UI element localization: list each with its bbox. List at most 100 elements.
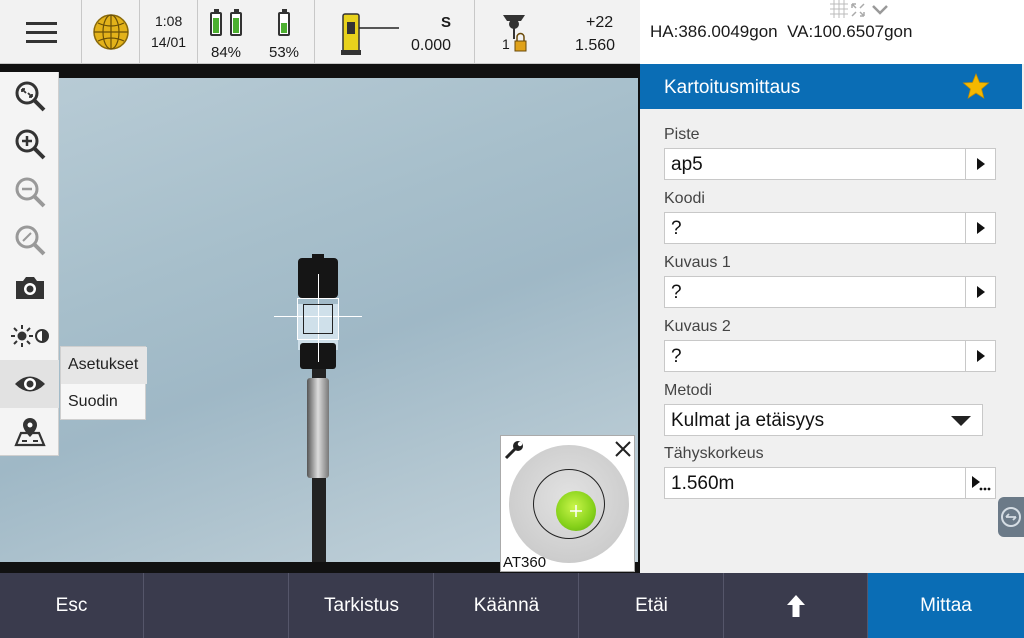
camera-snapshot-button[interactable] bbox=[0, 264, 59, 312]
wrench-icon[interactable] bbox=[503, 439, 525, 461]
panel-options-handle[interactable] bbox=[830, 0, 890, 20]
target-height-value: 1.560m bbox=[671, 473, 735, 494]
measure-button[interactable]: Mittaa bbox=[868, 573, 1024, 638]
play-arrow-icon bbox=[976, 158, 985, 170]
level-vial bbox=[509, 445, 629, 563]
offset-button[interactable]: Etäi bbox=[580, 573, 724, 638]
menu-button[interactable] bbox=[0, 0, 82, 64]
field-label-piste: Piste bbox=[664, 126, 700, 143]
target-status[interactable]: 1 +22 1.560 bbox=[475, 0, 640, 64]
softkey-bar: Esc Tarkistus Käännä Etäi Mittaa bbox=[0, 573, 1024, 638]
eye-icon bbox=[14, 376, 45, 392]
play-arrow-icon bbox=[976, 222, 985, 234]
instrument-model-label: AT360 bbox=[503, 554, 547, 571]
gps-status-button[interactable] bbox=[82, 0, 140, 64]
close-icon[interactable] bbox=[613, 439, 633, 459]
zoom-out-icon bbox=[15, 177, 45, 208]
code-picker-button[interactable] bbox=[965, 213, 995, 243]
method-select[interactable]: Kulmat ja etäisyys bbox=[664, 404, 983, 436]
app-window: 1:08 14/01 84% 53% S 0.000 1 +22 1.560 H… bbox=[0, 0, 1024, 638]
side-panel-toggle[interactable] bbox=[998, 497, 1024, 537]
esc-button[interactable]: Esc bbox=[0, 573, 144, 638]
form-header: Kartoitusmittaus bbox=[640, 64, 1022, 109]
field-label-koodi: Koodi bbox=[664, 190, 705, 207]
shift-button[interactable] bbox=[724, 573, 868, 638]
prism-constant: +22 bbox=[586, 14, 614, 31]
view-options-button[interactable] bbox=[0, 360, 59, 408]
point-name-value: ap5 bbox=[671, 154, 703, 175]
battery-status[interactable]: 84% 53% bbox=[198, 0, 315, 64]
target-height-field[interactable]: 1.560m bbox=[664, 467, 996, 499]
horizontal-angle: HA:386.0049gon bbox=[650, 22, 778, 41]
map-icon bbox=[13, 418, 46, 447]
description-2-value: ? bbox=[671, 346, 682, 367]
battery-1-label: 84% bbox=[211, 44, 242, 61]
description-1-field[interactable]: ? bbox=[664, 276, 996, 308]
camera-icon bbox=[15, 277, 44, 299]
description-2-picker-button[interactable] bbox=[965, 341, 995, 371]
target-id: 1 bbox=[502, 36, 510, 52]
description-1-value: ? bbox=[671, 282, 682, 303]
check-button[interactable]: Tarkistus bbox=[290, 573, 434, 638]
electronic-level-panel: AT360 bbox=[500, 435, 635, 572]
shift-up-icon bbox=[786, 594, 805, 617]
code-value: ? bbox=[671, 218, 682, 239]
point-name-picker-button[interactable] bbox=[965, 149, 995, 179]
field-label-tahyskorkeus: Tähyskorkeus bbox=[664, 445, 764, 462]
brightness-contrast-button[interactable] bbox=[0, 312, 59, 360]
zoom-fit-button[interactable] bbox=[0, 72, 59, 120]
zoom-fit-icon bbox=[15, 81, 45, 112]
gps-globe-icon bbox=[93, 14, 129, 50]
menu-item-asetukset[interactable]: Asetukset bbox=[61, 347, 147, 384]
clock-time: 1:08 bbox=[155, 13, 183, 29]
time-date[interactable]: 1:08 14/01 bbox=[140, 0, 198, 64]
measure-mode: S bbox=[441, 14, 452, 31]
vertical-angle: VA:100.6507gon bbox=[787, 22, 913, 41]
crosshair-plus-icon bbox=[570, 505, 582, 517]
description-2-field[interactable]: ? bbox=[664, 340, 996, 372]
measure-form-panel: Kartoitusmittaus Piste ap5 Koodi ? Kuvau… bbox=[640, 64, 1024, 573]
arrow-more-icon bbox=[971, 476, 990, 491]
chevron-down-icon bbox=[872, 5, 888, 15]
total-station-icon bbox=[341, 13, 399, 55]
battery-2-label: 53% bbox=[269, 44, 300, 61]
battery-1-icon bbox=[210, 9, 222, 36]
grid-icon bbox=[830, 0, 848, 18]
menu-item-suodin[interactable]: Suodin bbox=[61, 384, 147, 421]
target-height-options-button[interactable] bbox=[965, 468, 995, 498]
point-name-field[interactable]: ap5 bbox=[664, 148, 996, 180]
zoom-reset-icon bbox=[15, 225, 45, 256]
zoom-out-button[interactable] bbox=[0, 168, 59, 216]
turn-button[interactable]: Käännä bbox=[435, 573, 579, 638]
description-1-picker-button[interactable] bbox=[965, 277, 995, 307]
dropdown-arrow-icon bbox=[951, 416, 971, 426]
measured-distance: 0.000 bbox=[411, 37, 452, 54]
field-label-kuvaus-2: Kuvaus 2 bbox=[664, 318, 731, 335]
clock-date: 14/01 bbox=[151, 34, 187, 50]
angle-text: HA:386.0049gon VA:100.6507gon bbox=[650, 22, 912, 42]
star-icon[interactable] bbox=[962, 72, 990, 100]
form-title: Kartoitusmittaus bbox=[664, 77, 801, 98]
method-value: Kulmat ja etäisyys bbox=[671, 410, 825, 431]
map-button[interactable] bbox=[0, 408, 59, 456]
play-arrow-icon bbox=[976, 350, 985, 362]
expand-icon bbox=[851, 3, 865, 17]
field-label-kuvaus-1: Kuvaus 1 bbox=[664, 254, 731, 271]
code-field[interactable]: ? bbox=[664, 212, 996, 244]
field-label-metodi: Metodi bbox=[664, 382, 713, 399]
instrument-status[interactable]: S 0.000 bbox=[315, 0, 475, 64]
empty-softkey[interactable] bbox=[145, 573, 289, 638]
battery-2-icon bbox=[278, 9, 290, 36]
swap-icon bbox=[1001, 507, 1021, 527]
level-bubble bbox=[556, 491, 596, 531]
view-options-menu: Asetukset Suodin bbox=[60, 346, 147, 421]
zoom-reset-button[interactable] bbox=[0, 216, 59, 264]
zoom-in-button[interactable] bbox=[0, 120, 59, 168]
brightness-contrast-icon bbox=[10, 325, 49, 347]
camera-toolbar bbox=[0, 72, 59, 456]
pole-clamp bbox=[307, 378, 329, 478]
angle-readout: HA:386.0049gon VA:100.6507gon bbox=[640, 0, 1024, 64]
play-arrow-icon bbox=[976, 286, 985, 298]
target-height: 1.560 bbox=[575, 37, 616, 54]
zoom-in-icon bbox=[15, 129, 45, 160]
